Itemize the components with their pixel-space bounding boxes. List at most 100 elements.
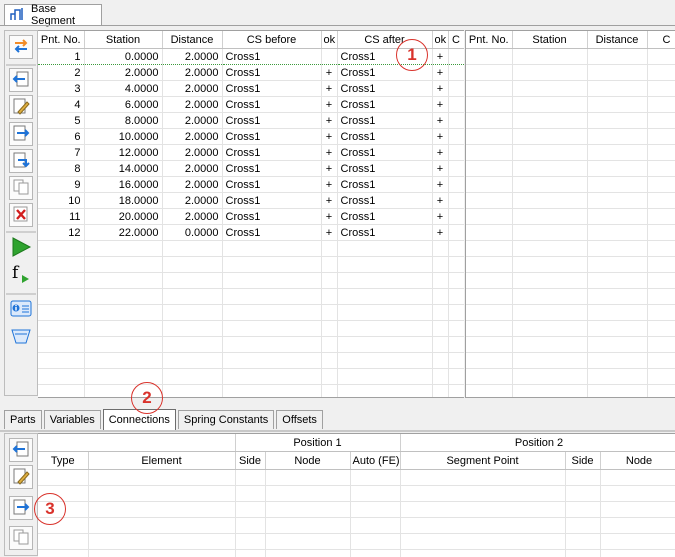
table-cell[interactable] <box>647 321 675 337</box>
table-cell[interactable] <box>466 273 512 289</box>
right-col-station[interactable]: Station <box>512 31 587 49</box>
table-cell[interactable] <box>337 257 432 273</box>
table-cell[interactable] <box>88 470 235 486</box>
table-cell[interactable]: 2.0000 <box>162 81 222 97</box>
table-row[interactable] <box>466 65 675 81</box>
table-cell[interactable]: Cross1 <box>222 209 321 225</box>
table-cell[interactable] <box>88 518 235 534</box>
table-cell[interactable] <box>466 257 512 273</box>
table-cell[interactable] <box>448 129 464 145</box>
table-cell[interactable]: + <box>321 193 337 209</box>
table-row[interactable]: 1222.00000.0000Cross1+Cross1+ <box>38 225 464 241</box>
table-cell[interactable] <box>448 65 464 81</box>
table-cell[interactable] <box>235 502 265 518</box>
table-cell[interactable] <box>337 385 432 399</box>
insert-right-button[interactable] <box>9 122 33 146</box>
table-cell[interactable]: 2.0000 <box>162 145 222 161</box>
table-cell[interactable] <box>512 321 587 337</box>
table-cell[interactable] <box>466 385 512 399</box>
table-cell[interactable] <box>512 49 587 65</box>
table-row[interactable] <box>466 385 675 399</box>
table-cell[interactable] <box>321 241 337 257</box>
conn-copy-button[interactable] <box>9 526 33 550</box>
table-cell[interactable] <box>88 486 235 502</box>
table-cell[interactable] <box>466 129 512 145</box>
copy-button[interactable] <box>9 176 33 200</box>
conn-edit-button[interactable] <box>9 465 33 489</box>
table-cell[interactable] <box>222 353 321 369</box>
table-cell[interactable] <box>512 305 587 321</box>
table-row[interactable]: 1120.00002.0000Cross1+Cross1+ <box>38 209 464 225</box>
table-cell[interactable] <box>587 209 647 225</box>
table-cell[interactable] <box>512 257 587 273</box>
table-cell[interactable] <box>88 502 235 518</box>
table-cell[interactable]: Cross1 <box>337 113 432 129</box>
table-cell[interactable]: Cross1 <box>222 161 321 177</box>
table-cell[interactable]: + <box>432 49 448 65</box>
col-distance[interactable]: Distance <box>162 31 222 49</box>
table-cell[interactable] <box>265 534 350 550</box>
table-row[interactable] <box>38 502 675 518</box>
table-cell[interactable]: 2.0000 <box>162 97 222 113</box>
table-cell[interactable]: 8.0000 <box>84 113 162 129</box>
table-cell[interactable]: 9 <box>38 177 84 193</box>
table-cell[interactable]: + <box>321 81 337 97</box>
table-row[interactable] <box>466 49 675 65</box>
table-row[interactable] <box>38 486 675 502</box>
table-cell[interactable]: 1 <box>38 49 84 65</box>
table-cell[interactable]: Cross1 <box>222 97 321 113</box>
table-cell[interactable] <box>38 337 84 353</box>
table-cell[interactable] <box>448 369 464 385</box>
table-cell[interactable] <box>600 502 675 518</box>
table-cell[interactable] <box>265 470 350 486</box>
run-button[interactable] <box>9 236 33 260</box>
table-cell[interactable]: Cross1 <box>222 129 321 145</box>
conn-insert-right-button[interactable] <box>9 496 33 520</box>
table-cell[interactable] <box>432 353 448 369</box>
table-cell[interactable] <box>448 161 464 177</box>
table-cell[interactable] <box>162 385 222 399</box>
table-cell[interactable] <box>265 518 350 534</box>
table-cell[interactable]: 2 <box>38 65 84 81</box>
table-row[interactable]: 34.00002.0000Cross1+Cross1+ <box>38 81 464 97</box>
table-cell[interactable]: 2.0000 <box>162 177 222 193</box>
table-cell[interactable]: 14.0000 <box>84 161 162 177</box>
table-cell[interactable] <box>448 49 464 65</box>
table-row[interactable] <box>466 81 675 97</box>
table-cell[interactable] <box>38 289 84 305</box>
table-cell[interactable]: 12 <box>38 225 84 241</box>
table-cell[interactable] <box>587 81 647 97</box>
right-col-pnt-no[interactable]: Pnt. No. <box>466 31 512 49</box>
table-cell[interactable] <box>587 193 647 209</box>
table-cell[interactable] <box>235 486 265 502</box>
col-ok-before[interactable]: ok <box>321 31 337 49</box>
table-cell[interactable] <box>512 113 587 129</box>
table-cell[interactable]: + <box>432 145 448 161</box>
table-cell[interactable]: + <box>321 225 337 241</box>
table-cell[interactable]: 12.0000 <box>84 145 162 161</box>
table-cell[interactable] <box>84 273 162 289</box>
table-cell[interactable] <box>587 273 647 289</box>
right-col-c[interactable]: C <box>647 31 675 49</box>
table-cell[interactable] <box>587 129 647 145</box>
tab-parts[interactable]: Parts <box>4 410 42 429</box>
function-button[interactable]: f <box>9 263 33 287</box>
tab-spring-constants[interactable]: Spring Constants <box>178 410 274 429</box>
table-cell[interactable] <box>466 241 512 257</box>
table-row[interactable] <box>38 321 464 337</box>
table-row[interactable] <box>38 534 675 550</box>
table-cell[interactable] <box>466 145 512 161</box>
table-cell[interactable] <box>350 502 400 518</box>
table-cell[interactable] <box>466 161 512 177</box>
table-cell[interactable]: 10 <box>38 193 84 209</box>
table-cell[interactable] <box>448 337 464 353</box>
table-cell[interactable]: 4.0000 <box>84 81 162 97</box>
insert-below-button[interactable] <box>9 149 33 173</box>
table-cell[interactable] <box>647 353 675 369</box>
table-cell[interactable] <box>448 321 464 337</box>
table-cell[interactable] <box>587 225 647 241</box>
table-cell[interactable]: Cross1 <box>222 65 321 81</box>
conn-col-element[interactable]: Element <box>88 452 235 470</box>
table-cell[interactable] <box>337 369 432 385</box>
table-cell[interactable] <box>587 65 647 81</box>
